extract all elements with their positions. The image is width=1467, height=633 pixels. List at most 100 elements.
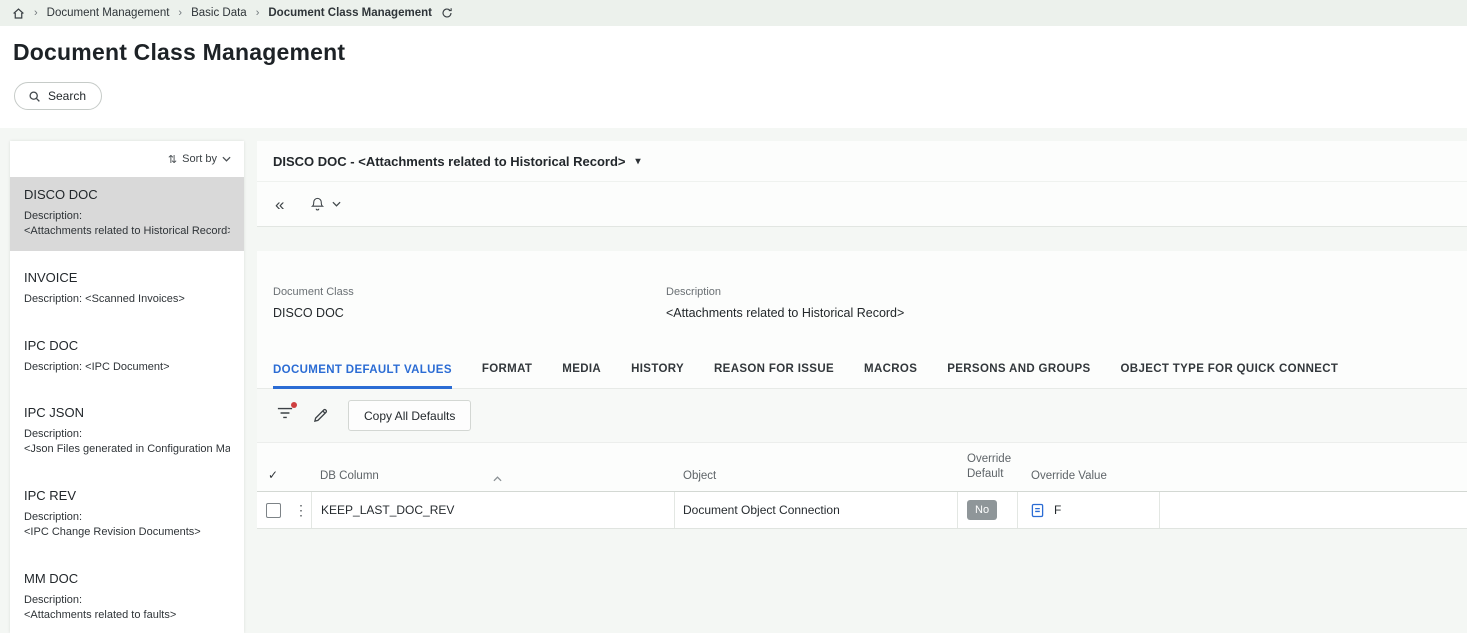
field-label: Description: [666, 286, 722, 298]
chevron-down-icon: [222, 156, 231, 162]
object-fields: Document Class DISCO DOC Description <At…: [257, 251, 1467, 345]
notifications-control[interactable]: [310, 196, 342, 212]
description-label: Description:: [24, 593, 83, 606]
breadcrumb-item-document-management[interactable]: Document Management: [47, 7, 170, 19]
description-value: <IPC Document>: [85, 360, 170, 373]
detail-panel: DISCO DOC - <Attachments related to Hist…: [257, 141, 1467, 633]
search-button[interactable]: Search: [14, 82, 103, 110]
item-description: Description: <IPC Change Revision Docume…: [24, 510, 230, 540]
column-header-object[interactable]: Object: [675, 470, 958, 482]
row-checkbox[interactable]: [266, 502, 281, 518]
field-value: DISCO DOC: [273, 306, 344, 320]
filter-active-badge: [291, 402, 297, 408]
chevron-right-icon: ›: [34, 6, 38, 19]
detail-tabs: DOCUMENT DEFAULT VALUES FORMAT MEDIA HIS…: [257, 345, 1467, 389]
row-spacer: [1160, 492, 1467, 528]
breadcrumb-item-basic-data[interactable]: Basic Data: [191, 7, 247, 19]
description-value: <Scanned Invoices>: [85, 292, 185, 305]
copy-all-defaults-button[interactable]: Copy All Defaults: [348, 400, 472, 431]
field-label: Document Class: [273, 286, 354, 298]
tab-macros[interactable]: MACROS: [864, 363, 917, 388]
breadcrumb-item-current[interactable]: Document Class Management: [268, 7, 432, 19]
item-name: DISCO DOC: [24, 187, 98, 202]
field-value: <Attachments related to Historical Recor…: [666, 306, 905, 320]
document-icon: [1031, 503, 1044, 517]
field-document-class: Document Class DISCO DOC: [273, 286, 666, 320]
cell-override-default: No: [958, 492, 1018, 528]
tab-history[interactable]: HISTORY: [631, 363, 684, 388]
description-label: Description:: [24, 292, 83, 305]
filter-icon: [277, 407, 293, 419]
column-header-db-column[interactable]: DB Column: [311, 470, 675, 482]
description-label: Description:: [24, 210, 83, 222]
tab-media[interactable]: MEDIA: [562, 363, 601, 388]
cell-db-column: KEEP_LAST_DOC_REV: [311, 492, 675, 528]
row-menu-icon[interactable]: ⋮: [294, 502, 308, 519]
item-description: Description: <Scanned Invoices>: [24, 292, 230, 307]
breadcrumb: › Document Management › Basic Data › Doc…: [0, 0, 1467, 26]
sort-ascending-icon: [493, 473, 502, 485]
cell-override-value: F: [1018, 492, 1160, 528]
tab-format[interactable]: FORMAT: [482, 363, 532, 388]
description-value: <Attachments related to faults>: [24, 608, 177, 621]
description-value: <IPC Change Revision Documents>: [24, 525, 201, 538]
object-toolbar: «: [257, 181, 1467, 227]
sort-by-label: Sort by: [182, 153, 217, 165]
table-row[interactable]: ⋮ KEEP_LAST_DOC_REV Document Object Conn…: [257, 492, 1467, 529]
refresh-icon[interactable]: [441, 7, 453, 19]
item-description: Description: <IPC Document>: [24, 360, 230, 375]
description-label: Description:: [24, 428, 83, 441]
bell-icon: [311, 197, 325, 211]
sort-by-control[interactable]: ⇅ Sort by: [10, 141, 244, 177]
pencil-icon: [313, 408, 328, 423]
list-item-disco-doc[interactable]: DISCO DOC Description: <Attachments rela…: [10, 177, 244, 251]
selected-object-header: DISCO DOC - <Attachments related to Hist…: [257, 141, 1467, 181]
description-value: <Attachments related to Historical Recor…: [24, 224, 230, 237]
search-button-label: Search: [48, 89, 87, 103]
db-column-value: KEEP_LAST_DOC_REV: [321, 503, 455, 517]
item-name: MM DOC: [24, 570, 79, 586]
override-value-text: F: [1054, 503, 1062, 517]
item-name: IPC REV: [24, 488, 77, 504]
item-name: INVOICE: [24, 269, 78, 285]
table-toolbar: Copy All Defaults: [257, 389, 1467, 443]
object-dropdown-icon[interactable]: ▾: [636, 156, 641, 167]
description-value: <Json Files generated in Configuration M…: [24, 443, 230, 456]
item-description: Description: <Attachments related to fau…: [24, 593, 230, 623]
status-badge: No: [967, 500, 998, 520]
document-class-list: ⇅ Sort by DISCO DOC Description: <Attach…: [10, 141, 244, 633]
item-description: Description: <Attachments related to His…: [24, 209, 230, 239]
list-item-ipc-doc[interactable]: IPC DOC Description: <IPC Document>: [10, 328, 244, 387]
chevron-right-icon: ›: [255, 6, 260, 19]
search-icon: [28, 90, 41, 103]
page-title: Document Class Management: [13, 39, 346, 65]
list-item-invoice[interactable]: INVOICE Description: <Scanned Invoices>: [10, 260, 244, 319]
item-name: IPC DOC: [24, 337, 79, 353]
object-header-card: DISCO DOC - <Attachments related to Hist…: [257, 141, 1467, 227]
selected-object-title: DISCO DOC - <Attachments related to Hist…: [273, 153, 626, 169]
item-name: IPC JSON: [24, 405, 84, 421]
tab-document-default-values[interactable]: DOCUMENT DEFAULT VALUES: [273, 364, 452, 389]
field-description: Description <Attachments related to Hist…: [666, 286, 1059, 320]
column-header-override-value[interactable]: Override Value: [1018, 470, 1160, 482]
detail-card: Document Class DISCO DOC Description <At…: [257, 251, 1467, 529]
description-label: Description:: [24, 360, 83, 373]
content-area: ⇅ Sort by DISCO DOC Description: <Attach…: [0, 128, 1467, 633]
tab-reason-for-issue[interactable]: REASON FOR ISSUE: [714, 363, 834, 388]
tab-object-type-for-quick-connect[interactable]: OBJECT TYPE FOR QUICK CONNECT: [1121, 363, 1339, 388]
select-all-check-icon[interactable]: ✓: [257, 468, 311, 482]
home-icon[interactable]: [12, 7, 25, 20]
description-label: Description:: [24, 511, 83, 524]
column-label: DB Column: [320, 470, 379, 482]
list-item-mm-doc[interactable]: MM DOC Description: <Attachments related…: [10, 561, 244, 633]
edit-button[interactable]: [313, 408, 328, 423]
tab-persons-and-groups[interactable]: PERSONS AND GROUPS: [947, 363, 1090, 388]
list-item-ipc-json[interactable]: IPC JSON Description: <Json Files genera…: [10, 395, 244, 469]
list-item-ipc-rev[interactable]: IPC REV Description: <IPC Change Revisio…: [10, 478, 244, 552]
collapse-panel-icon[interactable]: «: [275, 196, 284, 213]
object-value: Document Object Connection: [683, 503, 840, 517]
cell-object: Document Object Connection: [675, 492, 958, 528]
chevron-down-icon: [332, 201, 342, 207]
column-header-override-default[interactable]: Override Default: [958, 452, 1018, 482]
filter-button[interactable]: [277, 402, 297, 425]
